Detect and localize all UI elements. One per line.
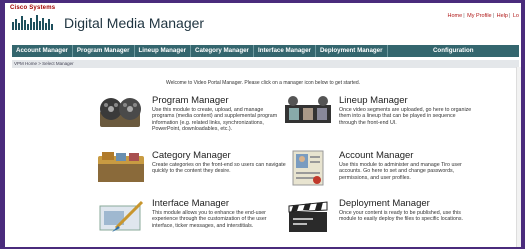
film-reels-icon bbox=[100, 98, 141, 127]
interface-manager-desc: This module allows you to enhance the en… bbox=[152, 210, 267, 229]
app-window: Cisco Systems Digital Media Manager Home… bbox=[5, 3, 521, 247]
my-profile-link[interactable]: My Profile bbox=[467, 13, 491, 19]
clapperboard-icon bbox=[288, 201, 328, 232]
interface-manager-title: Interface Manager bbox=[152, 198, 230, 209]
header: Cisco Systems Digital Media Manager Home… bbox=[5, 3, 521, 43]
lineup-manager-desc: Once video segments are uploaded, go her… bbox=[339, 107, 472, 126]
vertical-scrollbar[interactable] bbox=[516, 67, 521, 247]
breadcrumb: VPM Home > Select Manager bbox=[12, 60, 519, 68]
account-manager-module[interactable]: Account Manager Use this module to admin… bbox=[283, 150, 483, 200]
program-manager-title: Program Manager bbox=[152, 95, 229, 106]
paint-brush-icon bbox=[99, 200, 144, 232]
nav-configuration[interactable]: Configuration bbox=[388, 45, 519, 57]
nav-category-manager[interactable]: Category Manager bbox=[191, 45, 254, 57]
account-manager-desc: Use this module to administer and manage… bbox=[339, 162, 462, 181]
help-link[interactable]: Help bbox=[497, 13, 508, 19]
category-manager-title: Category Manager bbox=[152, 150, 231, 161]
category-manager-module[interactable]: Category Manager Create categories on th… bbox=[96, 150, 296, 200]
app-title: Digital Media Manager bbox=[64, 15, 205, 31]
top-links: Home| My Profile| Help| Lo bbox=[447, 13, 519, 19]
cisco-logo-text: Cisco Systems bbox=[10, 5, 56, 11]
nav-deployment-manager[interactable]: Deployment Manager bbox=[316, 45, 388, 57]
nav-interface-manager[interactable]: Interface Manager bbox=[254, 45, 316, 57]
nav-program-manager[interactable]: Program Manager bbox=[73, 45, 135, 57]
main-nav: Account Manager Program Manager Lineup M… bbox=[12, 45, 519, 57]
cisco-logo-icon bbox=[12, 15, 53, 30]
lineup-manager-module[interactable]: Lineup Manager Once video segments are u… bbox=[283, 95, 483, 145]
nav-account-manager[interactable]: Account Manager bbox=[12, 45, 73, 57]
deployment-manager-title: Deployment Manager bbox=[339, 198, 430, 209]
category-manager-desc: Create categories on the front-end so us… bbox=[152, 162, 286, 175]
welcome-message: Welcome to Video Portal Manager. Please … bbox=[165, 80, 361, 86]
lineup-manager-title: Lineup Manager bbox=[339, 95, 408, 106]
program-manager-module[interactable]: Program Manager Use this module to creat… bbox=[96, 95, 296, 145]
deployment-manager-desc: Once your content is ready to be publish… bbox=[339, 210, 463, 223]
interface-manager-module[interactable]: Interface Manager This module allows you… bbox=[96, 198, 296, 247]
home-link[interactable]: Home bbox=[448, 13, 463, 19]
category-folders-icon bbox=[98, 152, 144, 182]
logout-link[interactable]: Lo bbox=[513, 13, 519, 19]
film-strip-lineup-icon bbox=[285, 96, 331, 123]
user-account-icon bbox=[292, 150, 324, 186]
deployment-manager-module[interactable]: Deployment Manager Once your content is … bbox=[283, 198, 483, 247]
nav-lineup-manager[interactable]: Lineup Manager bbox=[135, 45, 191, 57]
program-manager-desc: Use this module to create, upload, and m… bbox=[152, 107, 278, 133]
account-manager-title: Account Manager bbox=[339, 150, 414, 161]
